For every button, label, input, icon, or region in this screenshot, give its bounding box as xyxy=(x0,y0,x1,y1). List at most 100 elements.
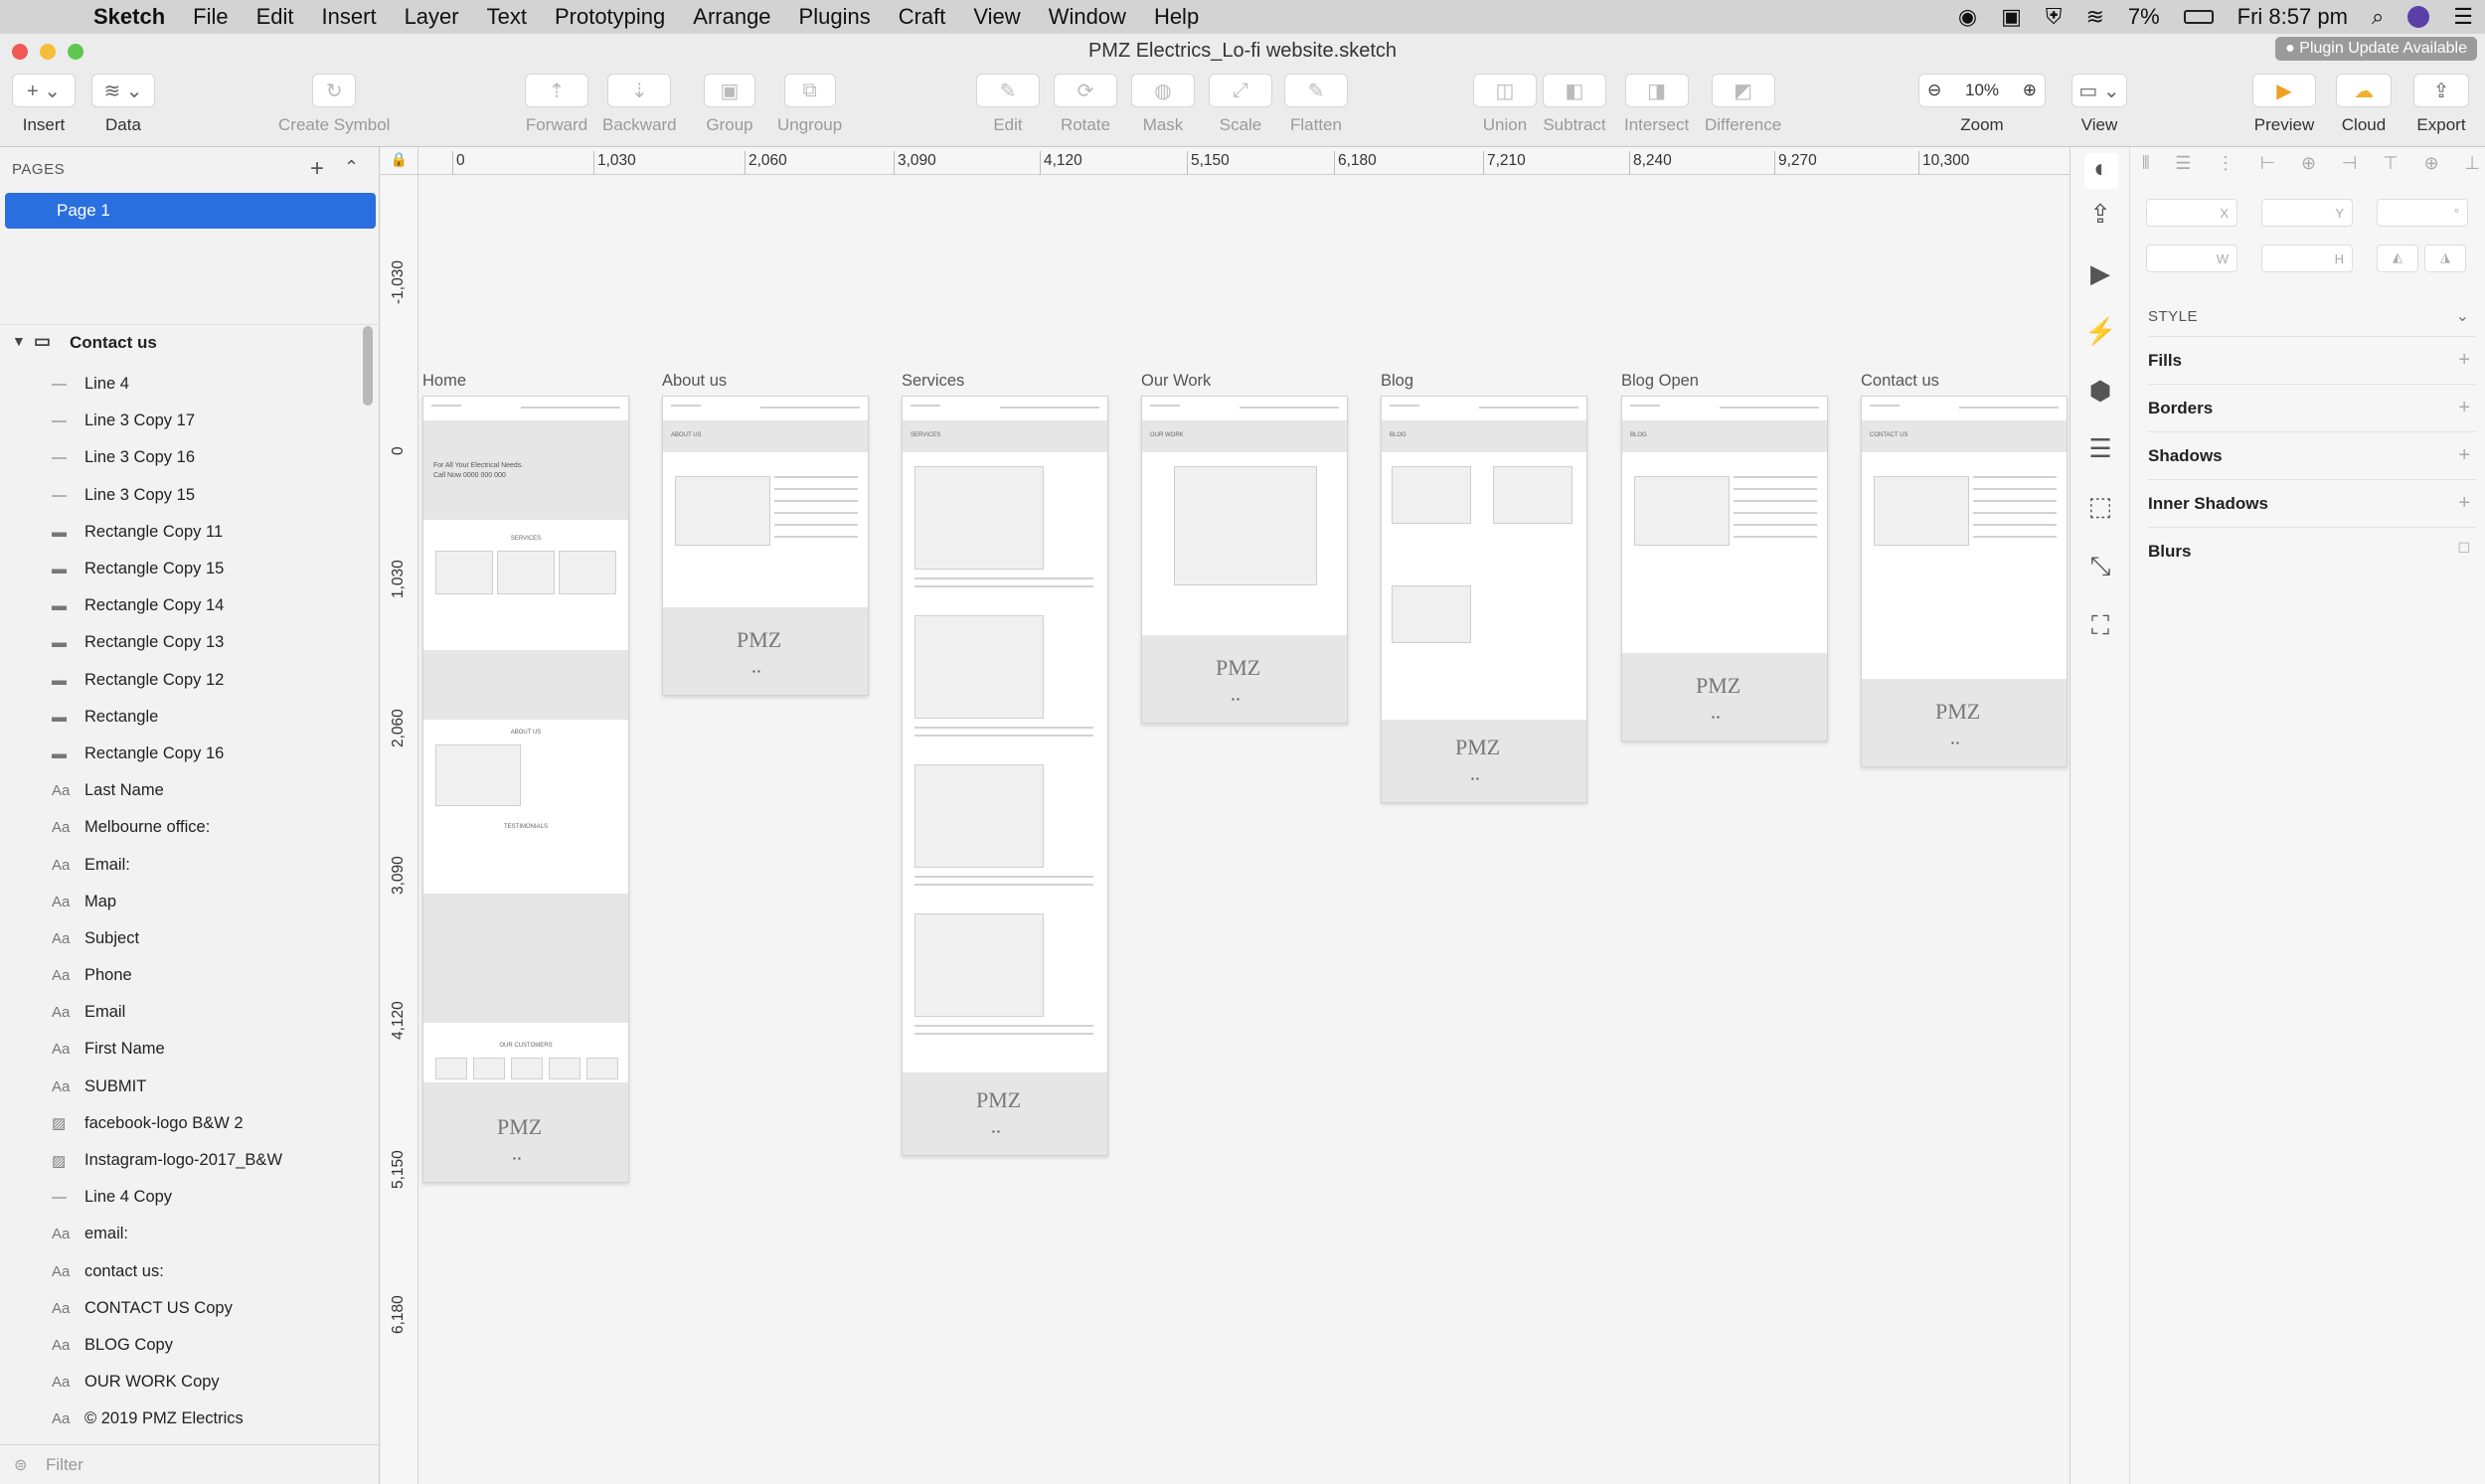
artboard-about-us[interactable]: ABOUT US PMZ ▪ ▪ xyxy=(662,396,869,696)
layer-item[interactable]: Aa Map xyxy=(0,884,358,920)
zoom-out-icon[interactable]: ⊖ xyxy=(1927,81,1941,100)
width-field[interactable]: W xyxy=(2146,245,2237,272)
borders-row[interactable]: Borders + xyxy=(2148,384,2476,431)
plus-icon[interactable]: + ⌄ xyxy=(12,74,76,107)
align-left-icon[interactable]: ⊢ xyxy=(2260,153,2276,183)
zoom-stepper[interactable]: ⊖ 10% ⊕ xyxy=(1918,74,2046,107)
layer-item[interactable]: Aa email: xyxy=(0,1216,358,1252)
select-icon[interactable]: ⬚ xyxy=(2084,491,2116,523)
difference-icon[interactable]: ◩ xyxy=(1711,74,1775,107)
collapse-pages-icon[interactable]: ⌃ xyxy=(344,157,359,178)
artboard-contact-us[interactable]: CONTACT US PMZ ▪ ▪ xyxy=(1861,396,2068,767)
control-center-icon[interactable]: ☰ xyxy=(2453,4,2473,30)
union-icon[interactable]: ◫ xyxy=(1473,74,1537,107)
spotlight-search-icon[interactable]: ⌕ xyxy=(2372,4,2384,30)
ungroup-tool[interactable]: ⧉ Ungroup xyxy=(777,74,842,135)
rotate-tool[interactable]: ⟳ Rotate xyxy=(1054,74,1117,135)
distribute-vertical-icon[interactable]: ☰ xyxy=(2175,153,2191,183)
layer-item[interactable]: Aa Last Name xyxy=(0,772,358,809)
symbol-icon[interactable]: ↻ xyxy=(312,74,357,107)
distribute-horizontal-icon[interactable]: ⫴ xyxy=(2142,153,2150,183)
export-icon[interactable]: ⇪ xyxy=(2413,74,2469,107)
group-icon[interactable]: ▣ xyxy=(704,74,755,107)
layer-item[interactable]: — Line 3 Copy 16 xyxy=(0,439,358,476)
blurs-row[interactable]: Blurs ☐ xyxy=(2148,527,2476,575)
artboard-title[interactable]: Services xyxy=(902,372,964,391)
layer-item[interactable]: ▨ Instagram-logo-2017_B&W xyxy=(0,1142,358,1179)
lightning-icon[interactable]: ⚡ xyxy=(2084,316,2116,348)
add-image-icon[interactable]: ⛶ xyxy=(2084,610,2116,642)
craft-icon[interactable]: ▣ xyxy=(2001,4,2022,30)
layer-item[interactable]: — Line 4 Copy xyxy=(0,1179,358,1216)
layer-item[interactable]: Aa SUBMIT xyxy=(0,1069,358,1105)
scale-tool[interactable]: ⤢ Scale xyxy=(1209,74,1272,135)
preview-tool[interactable]: ▶ Preview xyxy=(2252,74,2316,135)
list-layout-icon[interactable]: ☰ xyxy=(2084,433,2116,465)
layer-item[interactable]: Aa Email xyxy=(0,994,358,1031)
layer-item[interactable]: ▨ facebook-logo B&W 2 xyxy=(0,1105,358,1142)
plugin-update-badge[interactable]: ● Plugin Update Available xyxy=(2275,37,2477,61)
subtract-tool[interactable]: ◧ Subtract xyxy=(1543,74,1606,135)
inspector-design-icon[interactable]: ◐ xyxy=(2084,153,2118,189)
prototype-play-icon[interactable]: ▶ xyxy=(2084,258,2116,290)
subtract-icon[interactable]: ◧ xyxy=(1543,74,1606,107)
transform-icon[interactable]: ⤡ xyxy=(2084,551,2116,582)
difference-tool[interactable]: ◩ Difference xyxy=(1705,74,1781,135)
wifi-icon[interactable]: ≋ xyxy=(2085,4,2103,30)
layer-list-scrollbar[interactable] xyxy=(363,326,373,406)
creative-cloud-icon[interactable]: ◉ xyxy=(1958,4,1977,30)
layer-item[interactable]: Aa Email: xyxy=(0,846,358,883)
add-inner-shadow-icon[interactable]: + xyxy=(2458,492,2470,515)
layer-item[interactable]: ▬ Rectangle xyxy=(0,699,358,736)
export-tool[interactable]: ⇪ Export xyxy=(2413,74,2469,135)
disclosure-triangle-icon[interactable]: ▼ xyxy=(12,333,26,349)
backward-tool[interactable]: ⇣ Backward xyxy=(602,74,677,135)
layer-item[interactable]: Aa BLOG Copy xyxy=(0,1327,358,1364)
flatten-icon[interactable]: ✎ xyxy=(1284,74,1348,107)
rotation-field[interactable]: ° xyxy=(2377,199,2468,227)
ungroup-icon[interactable]: ⧉ xyxy=(783,74,836,107)
artboard-group-contact-us[interactable]: ▼ ▭ Contact us xyxy=(0,324,380,358)
menu-arrange[interactable]: Arrange xyxy=(693,4,770,30)
layer-item[interactable]: Aa First Name xyxy=(0,1031,358,1068)
align-bottom-icon[interactable]: ⊥ xyxy=(2464,153,2480,183)
add-shadow-icon[interactable]: + xyxy=(2458,444,2470,467)
artboard-title[interactable]: About us xyxy=(662,372,727,391)
layer-item[interactable]: Aa Phone xyxy=(0,957,358,994)
layer-item[interactable]: Aa © 2019 PMZ Electrics xyxy=(0,1401,358,1437)
artboard-title[interactable]: Contact us xyxy=(1861,372,1939,391)
layer-item[interactable]: — Line 3 Copy 15 xyxy=(0,477,358,514)
layer-item[interactable]: ▬ Rectangle Copy 16 xyxy=(0,736,358,772)
layer-item[interactable]: Aa CONTACT US Copy xyxy=(0,1290,358,1327)
menu-layer[interactable]: Layer xyxy=(405,4,459,30)
zoom-control[interactable]: ⊖ 10% ⊕ Zoom xyxy=(1918,74,2046,135)
menu-text[interactable]: Text xyxy=(487,4,527,30)
view-tool[interactable]: ▭ ⌄ View xyxy=(2071,74,2127,135)
layer-item[interactable]: ▬ Rectangle Copy 15 xyxy=(0,551,358,587)
menu-help[interactable]: Help xyxy=(1154,4,1199,30)
artboard-home[interactable]: For All Your Electrical Needs. Call Now 0… xyxy=(422,396,629,1183)
artboard-title[interactable]: Blog Open xyxy=(1621,372,1699,391)
group-tool[interactable]: ▣ Group xyxy=(704,74,755,135)
shadows-row[interactable]: Shadows + xyxy=(2148,431,2476,479)
artboard-our-work[interactable]: OUR WORK PMZ ▪ ▪ xyxy=(1141,396,1348,724)
add-border-icon[interactable]: + xyxy=(2458,397,2470,419)
add-fill-icon[interactable]: + xyxy=(2458,349,2470,372)
more-icon[interactable]: ⋮ xyxy=(2217,153,2235,183)
intersect-tool[interactable]: ◨ Intersect xyxy=(1624,74,1689,135)
mask-icon[interactable]: ◍ xyxy=(1131,74,1195,107)
battery-icon[interactable] xyxy=(2183,10,2214,24)
view-icon[interactable]: ▭ ⌄ xyxy=(2071,74,2127,107)
menu-craft[interactable]: Craft xyxy=(899,4,946,30)
page-item-page-1[interactable]: Page 1 xyxy=(5,193,376,229)
layer-item[interactable]: — Line 3 Copy 17 xyxy=(0,403,358,439)
forward-tool[interactable]: ⇡ Forward xyxy=(525,74,588,135)
mask-tool[interactable]: ◍ Mask xyxy=(1131,74,1195,135)
align-top-icon[interactable]: ⊤ xyxy=(2383,153,2399,183)
layer-item[interactable]: ▬ Rectangle Copy 13 xyxy=(0,624,358,661)
backward-icon[interactable]: ⇣ xyxy=(607,74,672,107)
flip-horizontal-icon[interactable]: ◭ xyxy=(2377,245,2418,272)
menu-app[interactable]: Sketch xyxy=(93,4,165,30)
height-field[interactable]: H xyxy=(2261,245,2353,272)
flip-vertical-icon[interactable]: ◮ xyxy=(2424,245,2466,272)
